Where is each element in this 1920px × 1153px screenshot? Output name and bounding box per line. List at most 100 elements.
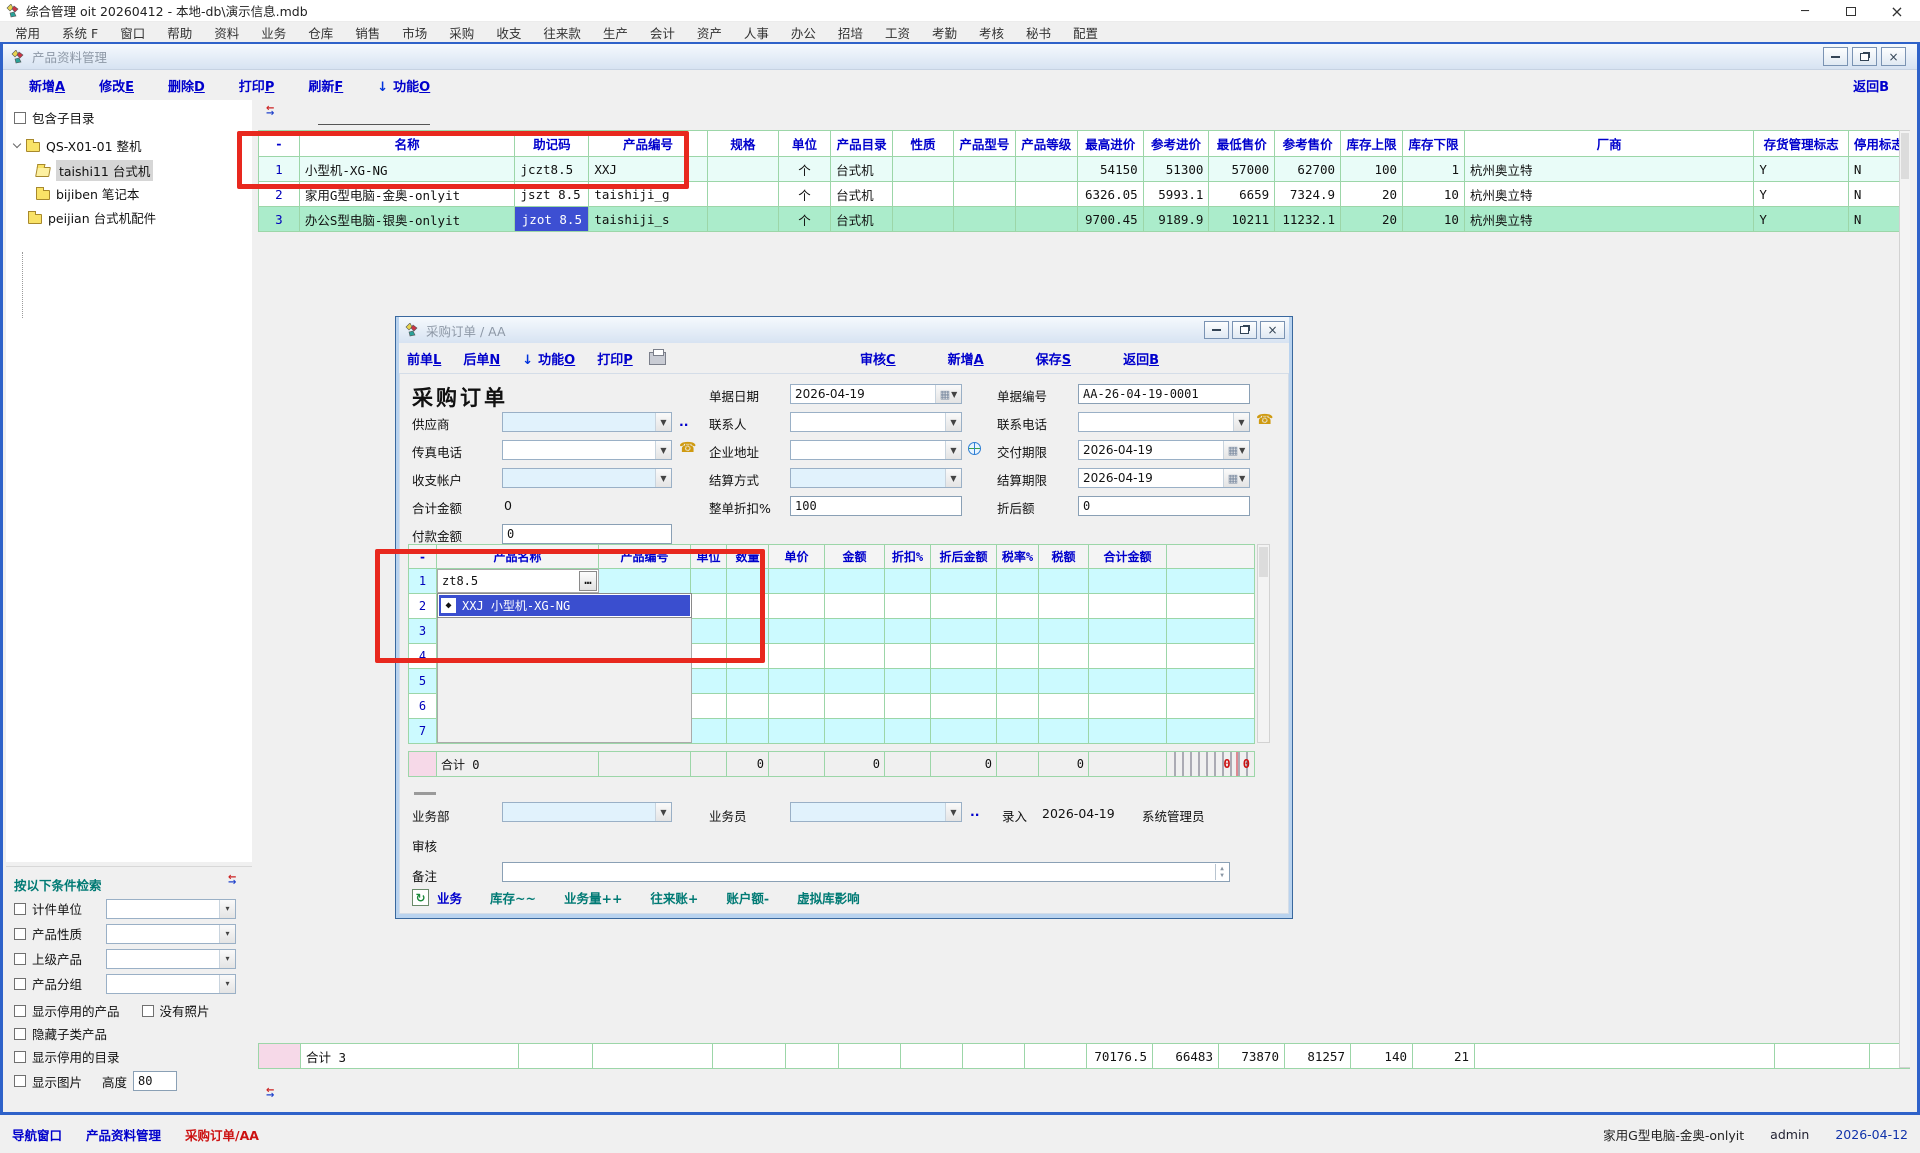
child-restore-button[interactable]	[1852, 47, 1877, 66]
back-button[interactable]: 返回B	[1853, 76, 1889, 95]
cell[interactable]: 台式机	[831, 157, 893, 182]
menu-item-会计[interactable]: 会计	[639, 23, 686, 42]
column-header-库存上限[interactable]: 库存上限	[1341, 131, 1403, 157]
footer-link-账户额-[interactable]: 账户额-	[726, 888, 769, 907]
delivery-date-picker[interactable]: 2026-04-19 ▦▼	[1078, 440, 1250, 460]
dropdown-arrow-icon[interactable]: ▾	[219, 950, 235, 968]
dialog-toolbar-button-后单[interactable]: 后单N	[463, 349, 500, 368]
column-header-厂商[interactable]: 厂商	[1464, 131, 1753, 157]
grid-cell[interactable]	[1039, 569, 1089, 594]
产品性质-checkbox[interactable]	[14, 928, 26, 940]
计件单位-checkbox[interactable]	[14, 903, 26, 915]
dropdown-arrow-icon[interactable]: ▾	[219, 900, 235, 918]
dialog-close-button[interactable]: ×	[1260, 321, 1285, 339]
grid-cell[interactable]	[1089, 569, 1167, 594]
grid-cell[interactable]	[997, 569, 1039, 594]
menu-item-资料[interactable]: 资料	[203, 23, 250, 42]
footer-link-业务[interactable]: 业务	[437, 888, 462, 907]
menu-item-业务[interactable]: 业务	[250, 23, 297, 42]
maximize-button[interactable]	[1828, 0, 1874, 22]
cell[interactable]: 杭州奥立特	[1464, 207, 1753, 232]
column-header-库存下限[interactable]: 库存下限	[1403, 131, 1465, 157]
dropdown-arrow-icon[interactable]: ▼	[1233, 413, 1249, 431]
grid-column-header-合计金额[interactable]: 合计金额	[1089, 545, 1167, 569]
cell[interactable]: 10211	[1209, 207, 1275, 232]
menu-item-办公[interactable]: 办公	[780, 23, 827, 42]
dialog-toolbar-button-新增[interactable]: 新增A	[948, 349, 984, 368]
cell[interactable]: 57000	[1209, 157, 1275, 182]
grid-column-header-单价[interactable]: 单价	[769, 545, 825, 569]
paid-input[interactable]: 0	[502, 524, 672, 544]
cell[interactable]: 个	[778, 157, 830, 182]
chevron-down-icon[interactable]	[13, 140, 21, 148]
height-input[interactable]: 80	[133, 1071, 177, 1091]
grid-cell[interactable]	[997, 669, 1039, 694]
grid-cell[interactable]	[1039, 694, 1089, 719]
cell[interactable]: 9700.45	[1077, 207, 1143, 232]
grid-cell[interactable]	[1039, 719, 1089, 744]
grid-cell[interactable]	[1089, 594, 1167, 619]
grid-cell[interactable]	[769, 669, 825, 694]
tree-node-bijiben 笔记本[interactable]: bijiben 笔记本	[36, 184, 139, 203]
grid-cell[interactable]	[727, 694, 769, 719]
grid-scrollbar[interactable]	[1257, 544, 1270, 743]
cell[interactable]: 3	[259, 207, 300, 232]
grid-cell[interactable]	[931, 669, 997, 694]
child-close-button[interactable]: ×	[1881, 47, 1906, 66]
footer-link-往来账+[interactable]: 往来账+	[650, 888, 698, 907]
cell[interactable]: 10	[1403, 182, 1465, 207]
grid-cell[interactable]	[1167, 644, 1255, 669]
column-header-单位[interactable]: 单位	[778, 131, 830, 157]
menu-item-考勤[interactable]: 考勤	[921, 23, 968, 42]
grid-column-header-金额[interactable]: 金额	[825, 545, 885, 569]
grid-cell[interactable]	[727, 719, 769, 744]
cell[interactable]: Y	[1754, 157, 1849, 182]
grid-cell[interactable]	[997, 644, 1039, 669]
column-header-存货管理标志[interactable]: 存货管理标志	[1754, 131, 1849, 157]
cell[interactable]	[1015, 157, 1077, 182]
dropdown-arrow-icon[interactable]: ▾	[219, 925, 235, 943]
grid-cell[interactable]	[1167, 569, 1255, 594]
include-subdir-checkbox[interactable]	[14, 112, 26, 124]
spinner-icon[interactable]: ▲▼	[1215, 864, 1228, 880]
cell[interactable]	[707, 207, 778, 232]
grid-cell[interactable]	[769, 594, 825, 619]
footer-link-库存~~[interactable]: 库存~~	[490, 888, 536, 907]
scrollbar-thumb[interactable]	[1901, 133, 1909, 179]
没有照片-checkbox[interactable]	[142, 1005, 154, 1017]
grid-cell[interactable]	[885, 619, 931, 644]
menu-item-考核[interactable]: 考核	[968, 23, 1015, 42]
cell[interactable]: 杭州奥立特	[1464, 157, 1753, 182]
refresh-icon[interactable]: ↻	[412, 889, 429, 906]
menu-item-秘书[interactable]: 秘书	[1015, 23, 1062, 42]
tree-node-QS-X01-01 整机[interactable]: QS-X01-01 整机	[14, 136, 142, 155]
grid-cell[interactable]	[885, 594, 931, 619]
cell[interactable]: 5993.1	[1143, 182, 1209, 207]
cell[interactable]: 办公S型电脑-银奥-onlyit	[299, 207, 515, 232]
calendar-dropdown-icon[interactable]: ▦▼	[1223, 469, 1249, 487]
grid-cell[interactable]	[769, 694, 825, 719]
grid-cell[interactable]: 7	[409, 719, 437, 744]
vertical-scrollbar[interactable]	[1899, 130, 1910, 1068]
discount-input[interactable]: 100	[790, 496, 962, 516]
显示停用的产品-checkbox[interactable]	[14, 1005, 26, 1017]
dropdown-arrow-icon[interactable]: ▼	[655, 469, 671, 487]
menu-item-工资[interactable]: 工资	[874, 23, 921, 42]
splitter-handle[interactable]	[414, 792, 436, 795]
calendar-dropdown-icon[interactable]: ▦▼	[1223, 441, 1249, 459]
grid-cell[interactable]	[885, 669, 931, 694]
settle-combo[interactable]: ▼	[790, 468, 962, 488]
menu-item-生产[interactable]: 生产	[592, 23, 639, 42]
grid-cell[interactable]	[1089, 619, 1167, 644]
显示停用的目录-checkbox[interactable]	[14, 1051, 26, 1063]
menu-item-采购[interactable]: 采购	[438, 23, 485, 42]
cell[interactable]: 台式机	[831, 182, 893, 207]
doc-no-input[interactable]: AA-26-04-19-0001	[1078, 384, 1250, 404]
产品分组-checkbox[interactable]	[14, 978, 26, 990]
tree-node-peijian 台式机配件[interactable]: peijian 台式机配件	[14, 208, 156, 227]
cell[interactable]: 51300	[1143, 157, 1209, 182]
globe-icon[interactable]	[968, 442, 981, 455]
grid-cell[interactable]	[825, 719, 885, 744]
cell[interactable]	[707, 182, 778, 207]
status-tab-采购订单/AA[interactable]: 采购订单/AA	[185, 1125, 259, 1144]
